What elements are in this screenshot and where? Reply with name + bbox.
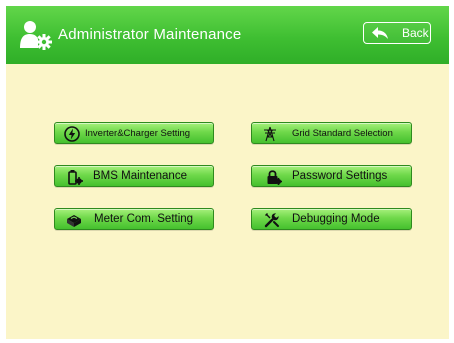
meter-box-icon (67, 215, 81, 227)
admin-user-gear-icon (20, 21, 52, 50)
meter-com-setting-label: Meter Com. Setting (94, 213, 194, 225)
wrench-icon (264, 213, 279, 228)
password-settings-label: Password Settings (292, 170, 388, 182)
lock-gear-icon (267, 170, 282, 185)
password-settings-button[interactable]: Password Settings (251, 165, 412, 187)
debugging-mode-button[interactable]: Debugging Mode (251, 208, 412, 230)
back-button[interactable]: Back (363, 22, 431, 44)
debugging-mode-label: Debugging Mode (292, 213, 380, 225)
back-arrow-icon (372, 27, 388, 39)
back-button-label: Back (402, 26, 429, 40)
screen: Administrator Maintenance Back Inverter&… (6, 6, 449, 339)
meter-com-setting-button[interactable]: Meter Com. Setting (54, 208, 214, 230)
battery-gear-icon (68, 170, 83, 185)
header-bar: Administrator Maintenance Back (6, 6, 449, 64)
power-tower-icon (264, 126, 276, 142)
bms-maintenance-button[interactable]: BMS Maintenance (54, 165, 214, 187)
page-title: Administrator Maintenance (58, 26, 242, 43)
inverter-charger-setting-button[interactable]: Inverter&Charger Setting (54, 122, 214, 144)
bms-maintenance-label: BMS Maintenance (93, 170, 187, 182)
lightning-bolt-icon (64, 126, 80, 142)
grid-standard-selection-button[interactable]: Grid Standard Selection (251, 122, 412, 144)
grid-standard-selection-label: Grid Standard Selection (292, 128, 393, 139)
inverter-charger-setting-label: Inverter&Charger Setting (85, 128, 191, 139)
